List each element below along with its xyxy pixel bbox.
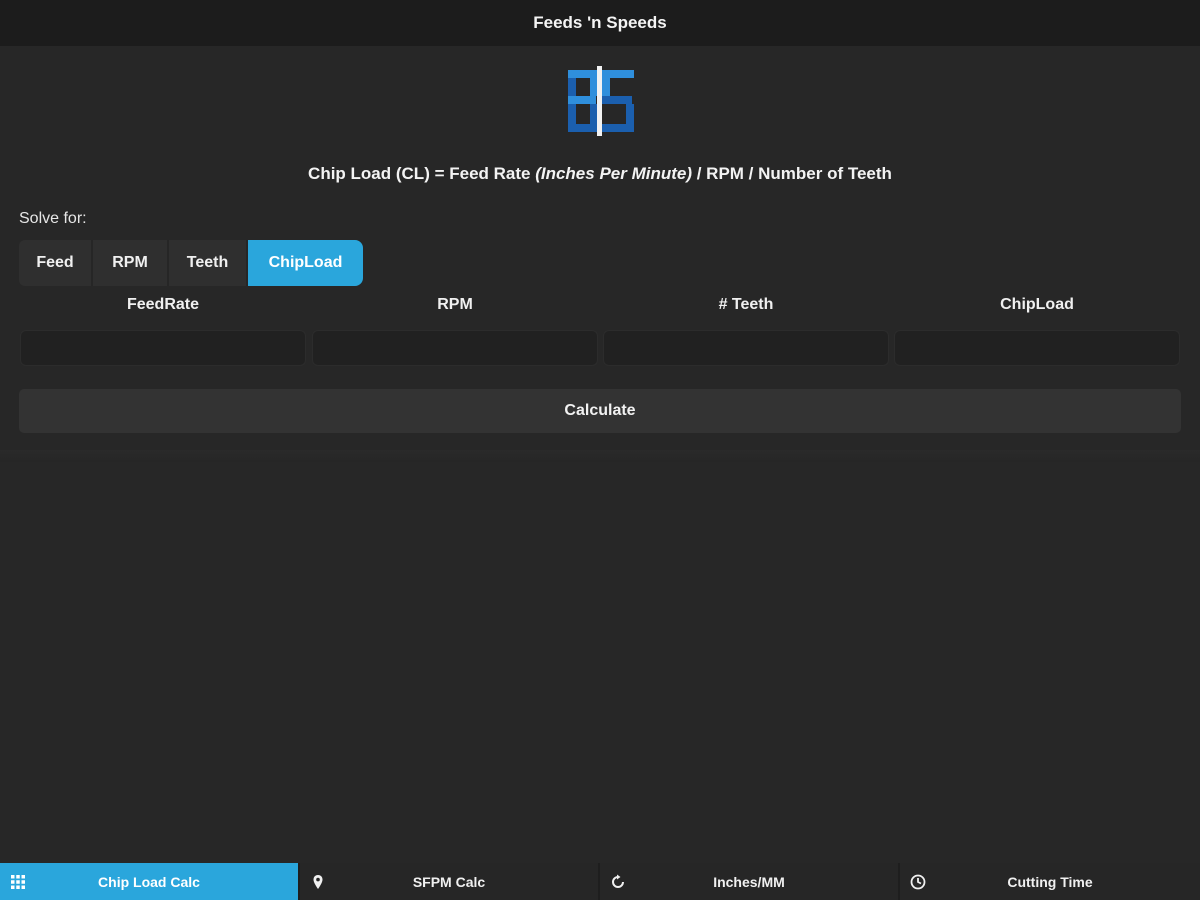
tab-inches-mm[interactable]: Inches/MM [600, 863, 900, 900]
tab-label: Chip Load Calc [98, 873, 200, 890]
app-header: Feeds 'n Speeds [0, 0, 1200, 46]
tab-label: SFPM Calc [412, 873, 486, 890]
refresh-icon [612, 874, 624, 888]
chipload-header: ChipLoad [1000, 296, 1074, 313]
rpm-header: RPM [437, 296, 473, 313]
solve-for-segmented-control: Feed RPM Teeth ChipLoad [19, 240, 363, 286]
rpm-input[interactable] [312, 330, 598, 366]
app-title: Feeds 'n Speeds [533, 13, 667, 32]
bottom-tab-bar: Chip Load Calc SFPM Calc Inches/MM Cutti… [0, 863, 1200, 900]
solve-option-feed[interactable]: Feed [19, 240, 93, 286]
chipload-formula: Chip Load (CL) = Feed Rate (Inches Per M… [0, 164, 1200, 184]
formula-units: (Inches Per Minute) [535, 164, 693, 183]
feedrate-input[interactable] [20, 330, 306, 366]
tab-cutting-time[interactable]: Cutting Time [900, 863, 1200, 900]
tab-label: Cutting Time [1007, 873, 1093, 890]
tab-chip-load-calc[interactable]: Chip Load Calc [0, 863, 300, 900]
calculate-button[interactable]: Calculate [19, 389, 1181, 433]
solve-option-rpm[interactable]: RPM [93, 240, 169, 286]
app-root: Feeds 'n Speeds Chip Load (CL) = Feed Ra… [0, 0, 1200, 900]
clock-icon [910, 874, 926, 890]
tab-sfpm-calc[interactable]: SFPM Calc [300, 863, 600, 900]
solve-for-label: Solve for: [19, 210, 87, 227]
app-logo [568, 66, 634, 136]
grid-icon [11, 875, 25, 889]
chipload-input[interactable] [894, 330, 1180, 366]
map-pin-icon [313, 875, 323, 889]
solve-option-teeth[interactable]: Teeth [169, 240, 248, 286]
formula-text-start: Chip Load (CL) = Feed Rate [308, 164, 536, 183]
tab-label: Inches/MM [713, 873, 785, 890]
solve-option-chipload[interactable]: ChipLoad [248, 240, 363, 286]
formula-text-end: / RPM / Number of Teeth [692, 164, 892, 183]
teeth-input[interactable] [603, 330, 889, 366]
content-divider [0, 450, 1200, 462]
feedrate-header: FeedRate [126, 296, 200, 313]
teeth-header: # Teeth [718, 296, 774, 313]
